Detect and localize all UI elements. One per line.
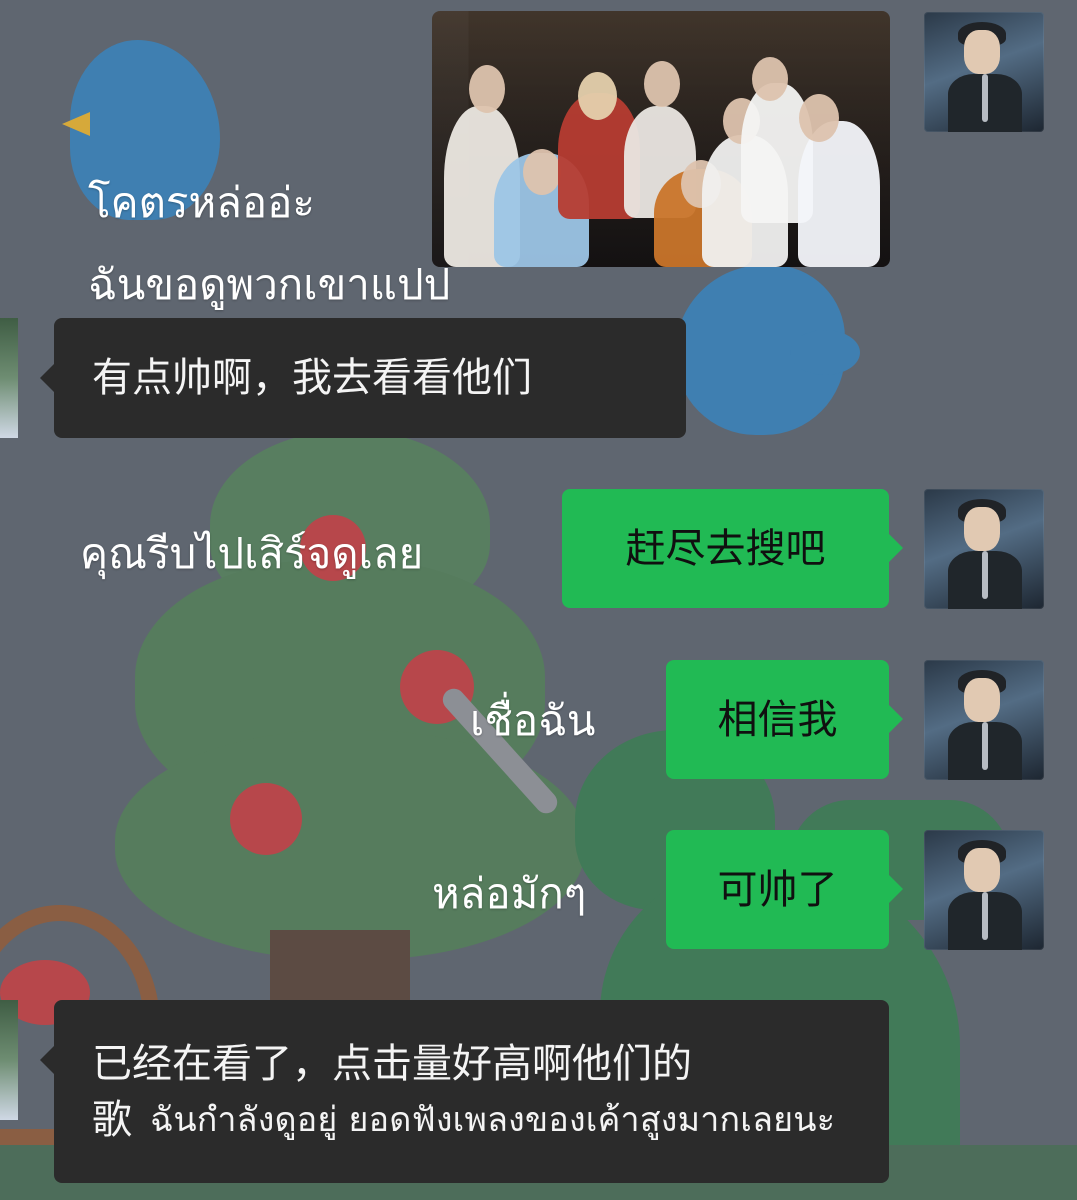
microphone-icon xyxy=(982,892,988,940)
wallpaper-bird-wing xyxy=(790,330,860,375)
translation-text: คุณรีบไปเสิร์จดูเลย xyxy=(80,529,424,578)
image-person-head xyxy=(469,65,505,113)
sender-avatar[interactable] xyxy=(924,830,1044,950)
image-person-head xyxy=(578,72,617,120)
image-person-head xyxy=(752,57,788,101)
chat-screen: โคตรหล่ออ่ะ ฉันขอดูพวกเขาแปป 有点帅啊，我去看看他们… xyxy=(0,0,1077,1200)
message-bubble[interactable]: 有点帅啊，我去看看他们 xyxy=(40,318,686,438)
translation-line-2: ฉันขอดูพวกเขาแปป xyxy=(88,260,451,309)
image-person xyxy=(798,121,880,267)
message-text: 有点帅啊，我去看看他们 xyxy=(92,355,532,401)
translation-line-1: โคตรหล่ออ่ะ xyxy=(88,178,315,227)
message-text: 歌 xyxy=(92,1096,132,1143)
translation-text: เชื่อฉัน xyxy=(470,696,596,745)
message-text: 赶尽去搜吧 xyxy=(625,525,826,572)
image-person-head xyxy=(799,94,839,142)
avatar-face xyxy=(964,30,1000,74)
microphone-icon xyxy=(982,722,988,770)
message-text-line-1: 已经在看了，点击量好高啊他们的 xyxy=(92,1040,692,1087)
message-bubble[interactable]: 赶尽去搜吧 xyxy=(562,489,903,608)
microphone-icon xyxy=(982,551,988,599)
avatar-face xyxy=(964,848,1000,892)
sender-avatar[interactable] xyxy=(924,489,1044,609)
message-text: 相信我 xyxy=(717,696,838,743)
image-person-head xyxy=(523,149,561,195)
sender-avatar[interactable] xyxy=(924,660,1044,780)
message-text: 可帅了 xyxy=(717,866,838,913)
translation-text: หล่อมักๆ xyxy=(432,869,587,918)
microphone-icon xyxy=(982,74,988,122)
wallpaper-bird-beak xyxy=(62,112,90,136)
image-person-head xyxy=(644,61,680,107)
wallpaper-apple xyxy=(230,783,302,855)
sender-avatar[interactable] xyxy=(924,12,1044,132)
translation-text: ฉันกำลังดูอยู่ ยอดฟังเพลงของเค้าสูงมากเล… xyxy=(150,1099,836,1140)
avatar-face xyxy=(964,507,1000,551)
message-bubble[interactable]: 相信我 xyxy=(666,660,903,779)
message-bubble[interactable]: 可帅了 xyxy=(666,830,903,949)
avatar-face xyxy=(964,678,1000,722)
receiver-avatar[interactable] xyxy=(0,1000,18,1120)
message-text-line-2: 歌 ฉันกำลังดูอยู่ ยอดฟังเพลงของเค้าสูงมาก… xyxy=(92,1092,835,1148)
message-image[interactable] xyxy=(432,11,890,267)
receiver-avatar[interactable] xyxy=(0,318,18,438)
message-bubble[interactable]: 已经在看了，点击量好高啊他们的 歌 ฉันกำลังดูอยู่ ยอดฟังเ… xyxy=(40,1000,889,1183)
